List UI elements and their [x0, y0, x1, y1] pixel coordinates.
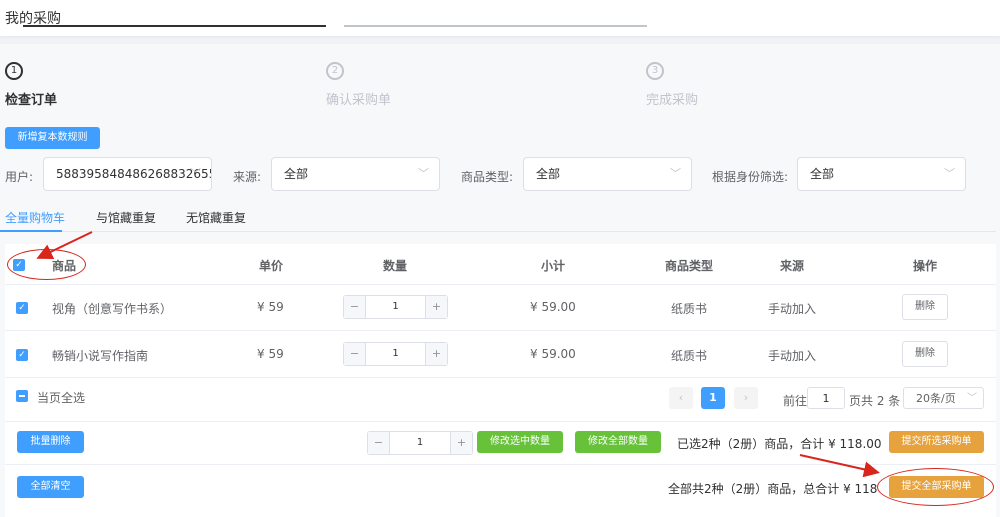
arrow-to-select-all — [36, 231, 93, 260]
arrow-to-submit-all — [799, 454, 880, 478]
annotation-arrows — [36, 231, 880, 478]
